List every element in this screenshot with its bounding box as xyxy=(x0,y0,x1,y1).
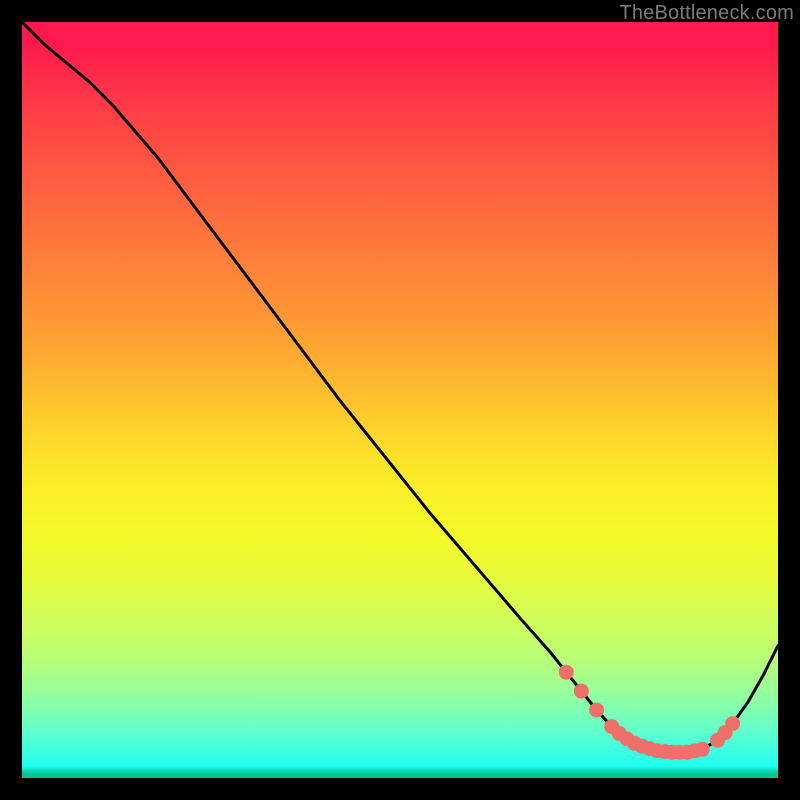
plateau-marker xyxy=(726,717,740,731)
chart-stage: TheBottleneck.com xyxy=(0,0,800,800)
plateau-marker xyxy=(574,684,588,698)
plateau-marker xyxy=(590,703,604,717)
bottleneck-curve xyxy=(22,22,778,752)
plateau-marker xyxy=(559,665,573,679)
plateau-marker xyxy=(695,742,709,756)
plateau-markers xyxy=(559,665,739,759)
plot-area xyxy=(22,22,778,778)
curve-svg xyxy=(22,22,778,778)
